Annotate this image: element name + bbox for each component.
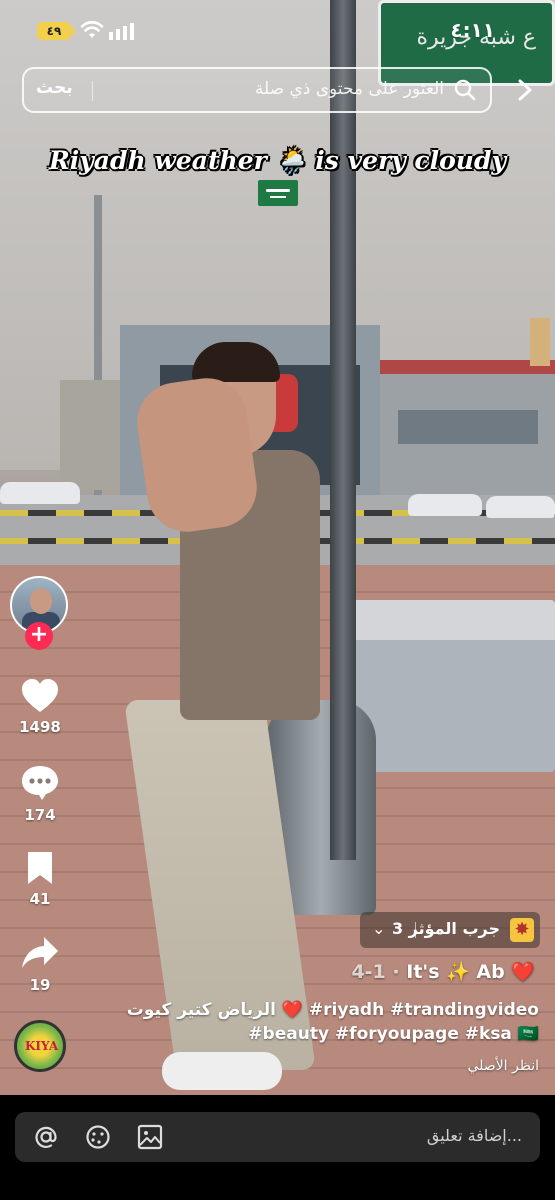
- description-line: #beauty #foryoupage #ksa 🇸🇦: [248, 1024, 539, 1044]
- save-button[interactable]: 41: [0, 850, 80, 908]
- follow-button[interactable]: +: [25, 622, 53, 650]
- search-icon: [454, 79, 476, 101]
- comment-icon: [22, 766, 58, 800]
- battery-level: ٤٩: [46, 24, 62, 38]
- sparkle-icon: ✸: [510, 918, 534, 942]
- sound-title[interactable]: 4-1 · It's ✨ Ab ❤️: [351, 960, 535, 983]
- image-icon[interactable]: [137, 1124, 163, 1150]
- clock: ٤:١١: [450, 18, 495, 42]
- chevron-down-icon: ⌄: [372, 919, 386, 938]
- chevron-right-icon[interactable]: [514, 78, 536, 102]
- heart-icon: [22, 679, 58, 712]
- video-description[interactable]: الرياض كتير كيوت ❤️ #riyadh #trandingvid…: [119, 998, 539, 1046]
- like-count: 1498: [19, 718, 61, 736]
- mention-icon[interactable]: [33, 1124, 59, 1150]
- bottom-bar: إضافة تعليق...: [0, 1095, 555, 1200]
- music-disc-icon[interactable]: KIYA: [14, 1020, 66, 1072]
- comment-placeholder: إضافة تعليق...: [426, 1126, 522, 1145]
- saudi-flag-icon: [258, 180, 298, 206]
- share-count: 19: [29, 976, 51, 994]
- share-button[interactable]: 19: [0, 934, 80, 994]
- search-bar[interactable]: بحث العثور على محتوى ذي صلة: [22, 67, 492, 113]
- like-button[interactable]: 1498: [0, 678, 80, 736]
- status-bar: ٤٩ ٤:١١: [0, 0, 555, 60]
- emoji-icon[interactable]: [85, 1124, 111, 1150]
- search-input[interactable]: العثور على محتوى ذي صلة: [255, 79, 444, 99]
- description-line: الرياض كتير كيوت ❤️ #riyadh #trandingvid…: [126, 1000, 539, 1020]
- video-overlay-text: Riyadh weather 🌦️ is very cloudy: [48, 146, 506, 175]
- comment-input[interactable]: إضافة تعليق...: [15, 1112, 540, 1162]
- comment-button[interactable]: 174: [0, 764, 80, 824]
- sound-name: It's ✨ Ab ❤️: [406, 961, 535, 983]
- comment-count: 174: [24, 806, 56, 824]
- effect-count: 3: [392, 919, 404, 938]
- track-index: 4-1 ·: [351, 961, 400, 983]
- wifi-icon: [80, 21, 104, 38]
- see-original-link[interactable]: انظر الأصلي: [467, 1058, 539, 1074]
- signal-icon: [109, 23, 134, 40]
- share-icon: [22, 937, 58, 968]
- battery-icon: ٤٩: [37, 22, 75, 40]
- bookmark-icon: [28, 852, 52, 884]
- save-count: 41: [29, 890, 51, 908]
- disc-label: KIYA: [25, 1039, 59, 1053]
- effect-label: جرب المؤثر: [408, 919, 500, 938]
- effect-button[interactable]: ⌄ 3 جرب المؤثر ✸: [360, 912, 540, 948]
- search-button[interactable]: بحث: [36, 78, 73, 98]
- search-divider: [92, 81, 93, 101]
